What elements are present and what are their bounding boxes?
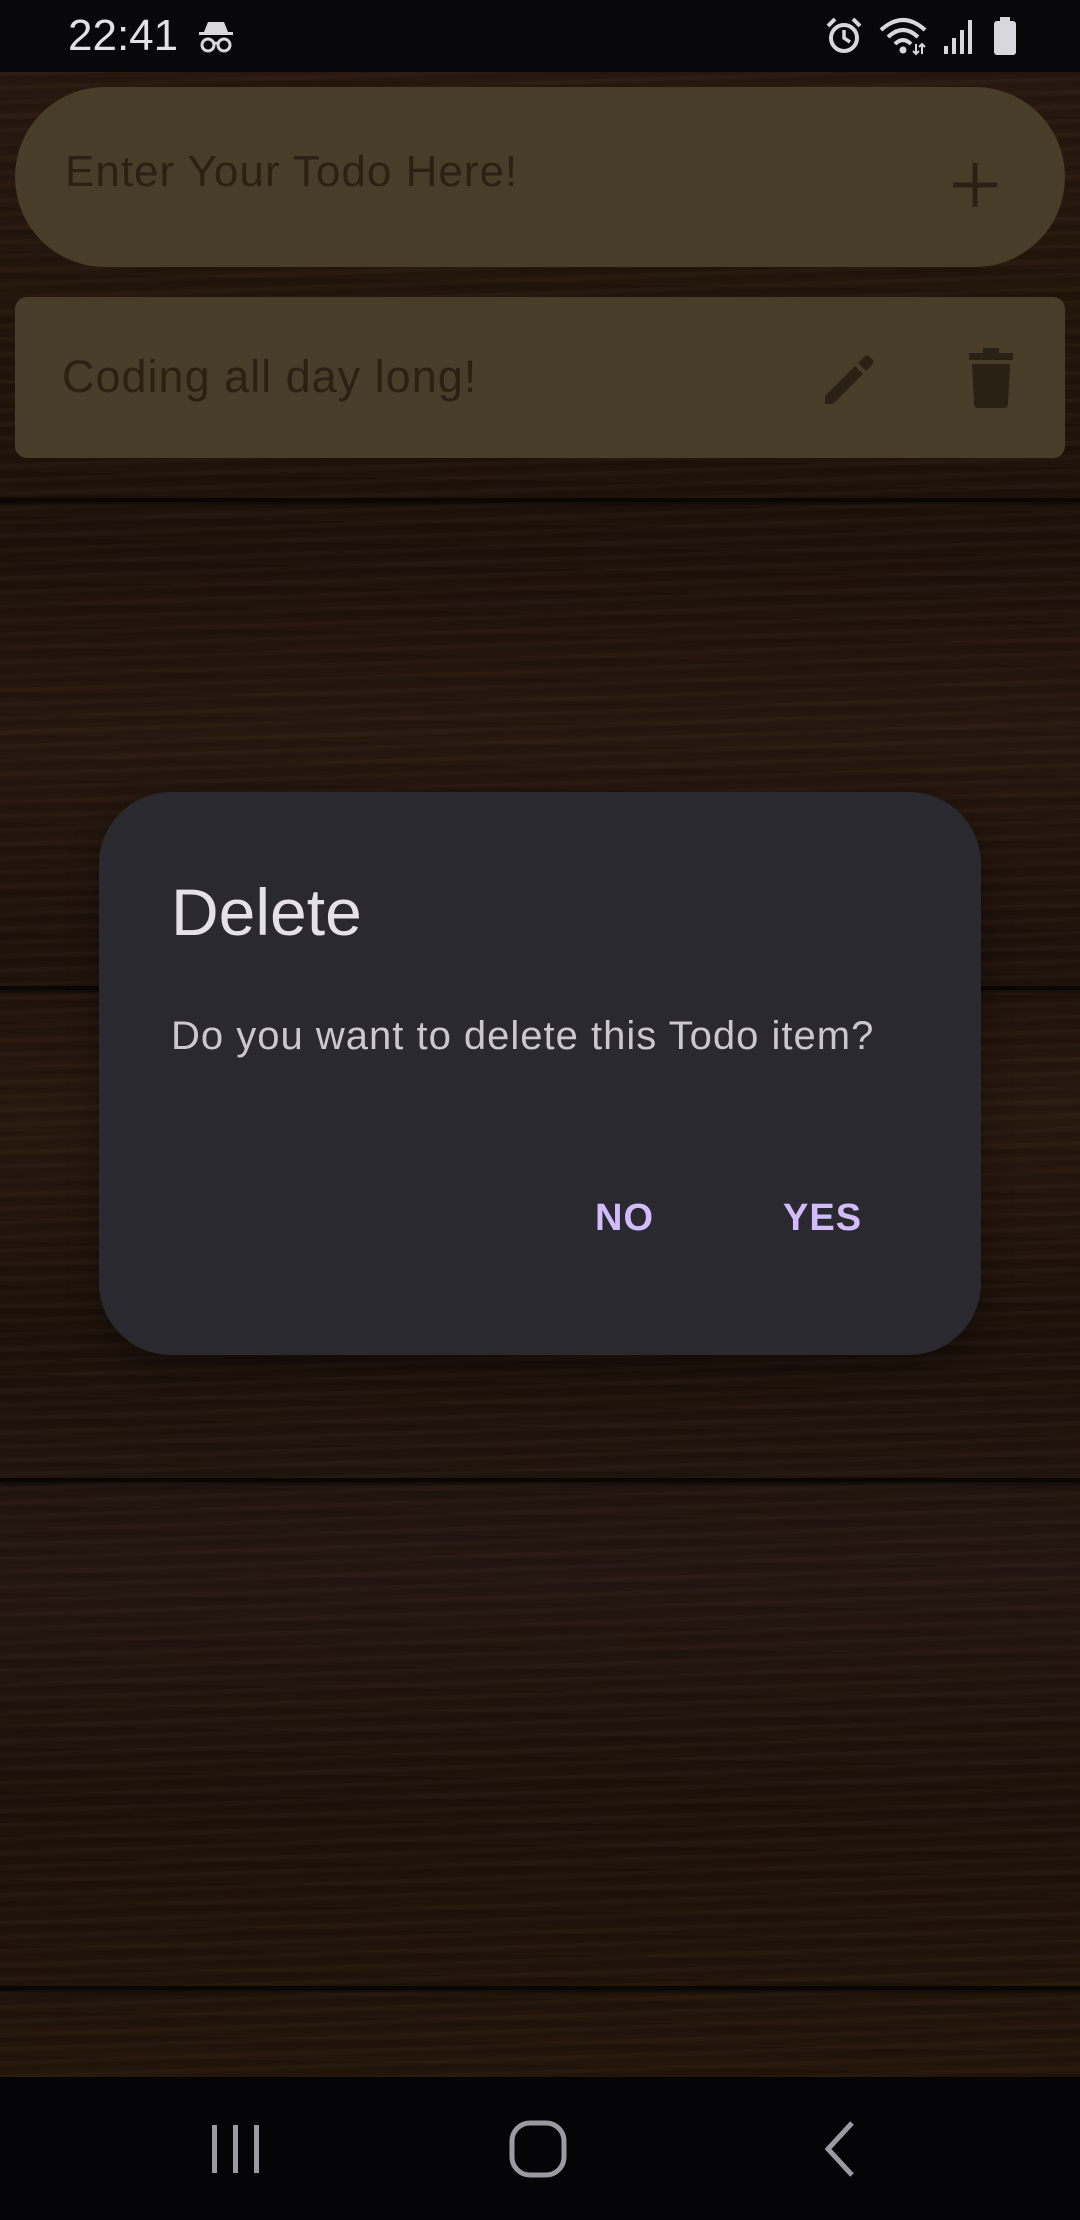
signal-icon [942, 16, 978, 56]
navigation-bar [0, 2077, 1080, 2220]
incognito-icon [196, 16, 236, 56]
alarm-icon [824, 16, 864, 56]
battery-icon [992, 16, 1018, 56]
dialog-message: Do you want to delete this Todo item? [171, 1014, 875, 1058]
wifi-icon [878, 16, 928, 56]
dialog-title: Delete [171, 875, 362, 949]
yes-button[interactable]: YES [763, 1183, 882, 1254]
back-icon[interactable] [806, 2113, 878, 2185]
delete-dialog: Delete Do you want to delete this Todo i… [99, 792, 981, 1355]
screen: 22:41 Enter Your Todo Here! Coding all d… [0, 0, 1080, 2220]
recents-icon[interactable] [200, 2113, 272, 2185]
no-button[interactable]: NO [575, 1183, 674, 1254]
status-bar: 22:41 [0, 0, 1080, 72]
status-time: 22:41 [68, 11, 179, 60]
status-icons [824, 14, 1018, 58]
home-icon[interactable] [502, 2113, 574, 2185]
